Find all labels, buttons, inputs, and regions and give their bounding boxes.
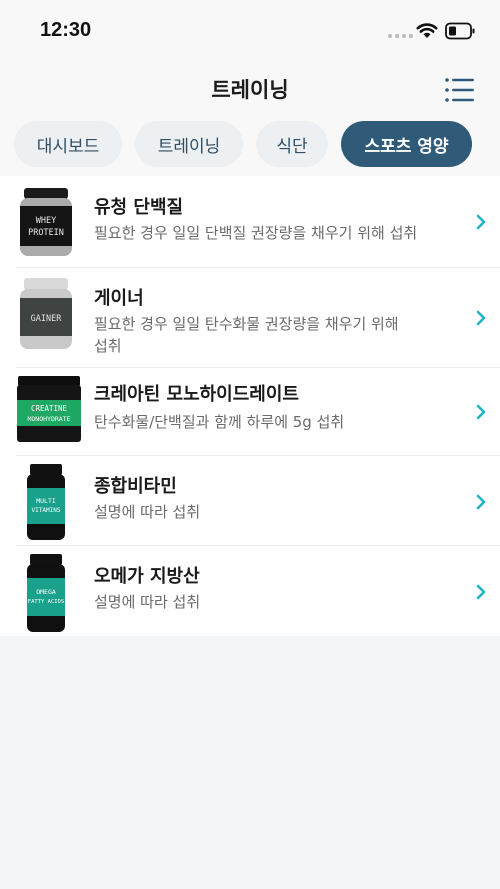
menu-button[interactable]	[444, 76, 476, 104]
item-description: 필요한 경우 일일 탄수화물 권장량을 채우기 위해 섭취	[94, 315, 399, 355]
status-bar: 12:30	[0, 0, 500, 62]
tab-bar: 대시보드 트레이닝 식단 스포츠 영양	[0, 116, 500, 176]
item-description: 설명에 따라 섭취	[94, 593, 201, 611]
chevron-right-icon	[476, 404, 486, 420]
item-description: 필요한 경우 일일 단백질 권장량을 채우기 위해 섭취	[94, 224, 418, 242]
tab-dashboard[interactable]: 대시보드	[14, 121, 122, 167]
chevron-right-icon	[476, 494, 486, 510]
tab-training[interactable]: 트레이닝	[135, 121, 243, 167]
item-description: 설명에 따라 섭취	[94, 503, 201, 521]
jar-label-line: FATTY ACIDS	[28, 599, 64, 605]
status-time: 12:30	[40, 19, 92, 41]
page-title: 트레이닝	[211, 78, 289, 102]
jar-label-line: MULTI	[36, 497, 56, 505]
list-item[interactable]: WHEY PROTEIN 유청 단백질 필요한 경우 일일 단백질 권장량을 채…	[0, 176, 500, 268]
whey-protein-jar-image: WHEY PROTEIN	[20, 188, 72, 256]
list-item[interactable]: MULTI VITAMINS 종합비타민 설명에 따라 섭취	[0, 456, 500, 546]
jar-label-line: MONOHYDRATE	[27, 415, 70, 423]
jar-label-line: WHEY	[36, 216, 56, 226]
jar-label-line: VITAMINS	[32, 507, 61, 514]
item-title: 크레아틴 모노하이드레이트	[94, 384, 299, 405]
item-title: 유청 단백질	[94, 197, 184, 218]
cellular-signal-icon	[388, 34, 413, 38]
wifi-icon	[416, 23, 438, 38]
tab-sports-nutrition[interactable]: 스포츠 영양	[341, 121, 472, 167]
battery-icon	[445, 22, 475, 40]
jar-label-line: CREATINE	[31, 404, 68, 413]
chevron-right-icon	[476, 310, 486, 326]
item-title: 게이너	[94, 288, 144, 309]
jar-label-line: OMEGA	[36, 588, 56, 596]
omega-bottle-image: OMEGA FATTY ACIDS	[27, 554, 65, 632]
tab-diet[interactable]: 식단	[256, 121, 328, 167]
list-item[interactable]: CREATINE MONOHYDRATE 크레아틴 모노하이드레이트 탄수화물/…	[0, 368, 500, 456]
jar-label-line: PROTEIN	[28, 228, 64, 238]
jar-label-line: GAINER	[31, 314, 63, 324]
list-item[interactable]: GAINER 게이너 필요한 경우 일일 탄수화물 권장량을 채우기 위해 섭취	[0, 268, 500, 368]
chevron-right-icon	[476, 214, 486, 230]
header: 트레이닝	[0, 62, 500, 116]
multivitamins-bottle-image: MULTI VITAMINS	[27, 464, 65, 540]
item-description: 탄수화물/단백질과 함께 하루에 5g 섭취	[94, 413, 345, 431]
gainer-jar-image: GAINER	[20, 278, 72, 349]
chevron-right-icon	[476, 584, 486, 600]
item-title: 종합비타민	[94, 476, 177, 497]
list-menu-icon	[445, 78, 474, 102]
creatine-jar-image: CREATINE MONOHYDRATE	[17, 376, 81, 442]
supplement-list: WHEY PROTEIN 유청 단백질 필요한 경우 일일 단백질 권장량을 채…	[0, 176, 500, 636]
item-title: 오메가 지방산	[94, 566, 200, 587]
list-item[interactable]: OMEGA FATTY ACIDS 오메가 지방산 설명에 따라 섭취	[0, 546, 500, 636]
